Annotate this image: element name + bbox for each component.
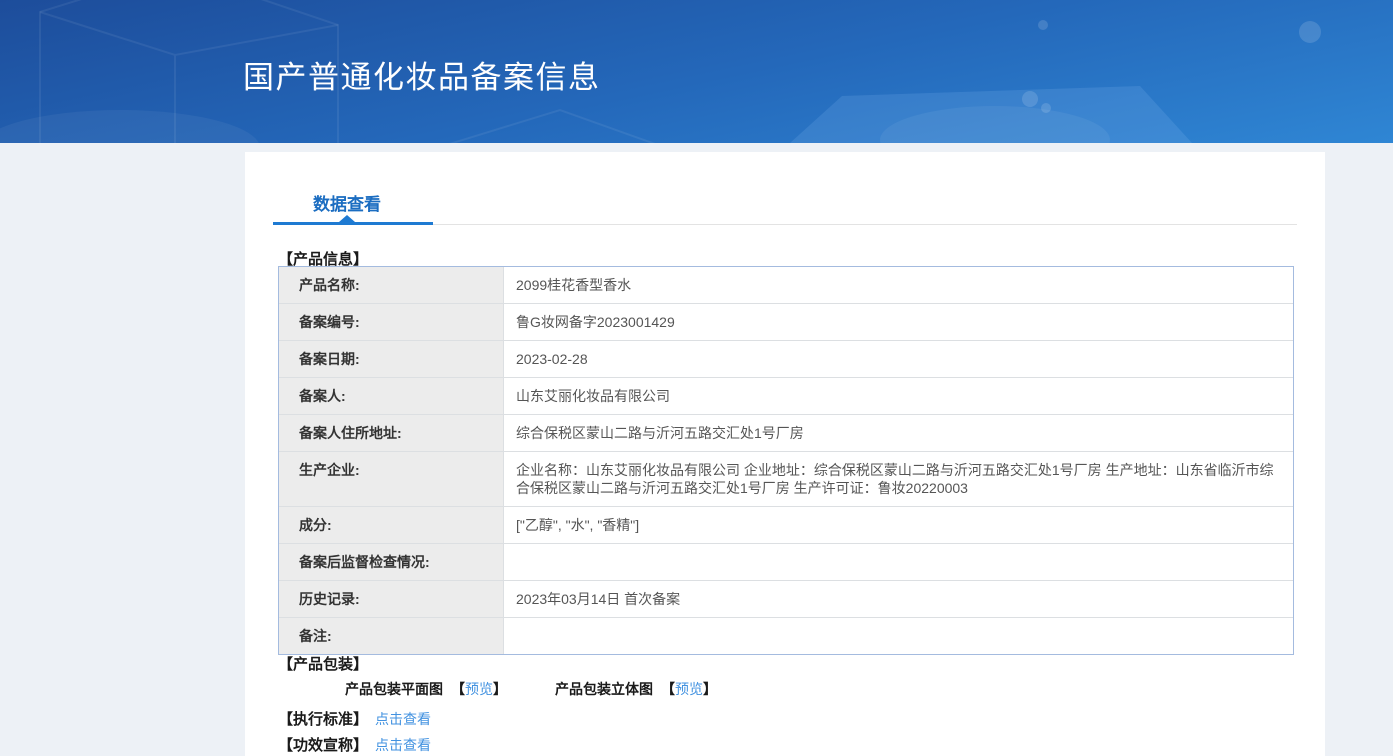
row-label: 备案后监督检查情况: — [279, 544, 504, 580]
bracket-close: 】 — [703, 681, 717, 697]
row-value: 企业名称：山东艾丽化妆品有限公司 企业地址：综合保税区蒙山二路与沂河五路交汇处1… — [504, 452, 1293, 506]
row-label: 历史记录: — [279, 581, 504, 617]
row-label: 备案人: — [279, 378, 504, 414]
row-value: 2099桂花香型香水 — [504, 267, 1293, 303]
tab-data-view[interactable]: 数据查看 — [313, 190, 381, 215]
table-row: 产品名称: 2099桂花香型香水 — [279, 267, 1293, 303]
section-heading-efficacy: 【功效宣称】 — [278, 734, 368, 755]
packaging-flat-item: 产品包装平面图【预览】 — [345, 679, 507, 699]
banner-decoration — [0, 0, 1393, 143]
row-value: 2023-02-28 — [504, 341, 1293, 377]
packaging-stereo-preview-link[interactable]: 预览 — [675, 681, 703, 697]
row-value: ["乙醇", "水", "香精"] — [504, 507, 1293, 543]
standard-view-link[interactable]: 点击查看 — [375, 709, 431, 729]
row-label: 成分: — [279, 507, 504, 543]
table-row: 备案后监督检查情况: — [279, 543, 1293, 580]
content-card: 数据查看 【产品信息】 产品名称: 2099桂花香型香水 备案编号: 鲁G妆网备… — [245, 152, 1325, 756]
row-label: 备案编号: — [279, 304, 504, 340]
row-value: 综合保税区蒙山二路与沂河五路交汇处1号厂房 — [504, 415, 1293, 451]
packaging-stereo-label: 产品包装立体图 — [555, 681, 653, 697]
row-label: 产品名称: — [279, 267, 504, 303]
table-row: 备案日期: 2023-02-28 — [279, 340, 1293, 377]
row-value — [504, 544, 1293, 580]
row-value: 2023年03月14日 首次备案 — [504, 581, 1293, 617]
table-row: 历史记录: 2023年03月14日 首次备案 — [279, 580, 1293, 617]
page-banner: 国产普通化妆品备案信息 — [0, 0, 1393, 143]
packaging-flat-preview-link[interactable]: 预览 — [465, 681, 493, 697]
section-heading-packaging: 【产品包装】 — [278, 653, 368, 674]
row-value: 山东艾丽化妆品有限公司 — [504, 378, 1293, 414]
table-row: 备案编号: 鲁G妆网备字2023001429 — [279, 303, 1293, 340]
row-label: 生产企业: — [279, 452, 504, 506]
table-row: 成分: ["乙醇", "水", "香精"] — [279, 506, 1293, 543]
row-value — [504, 618, 1293, 654]
active-tab-caret — [339, 215, 355, 222]
row-label: 备案日期: — [279, 341, 504, 377]
packaging-stereo-item: 产品包装立体图【预览】 — [555, 679, 717, 699]
table-row: 生产企业: 企业名称：山东艾丽化妆品有限公司 企业地址：综合保税区蒙山二路与沂河… — [279, 451, 1293, 506]
row-value: 鲁G妆网备字2023001429 — [504, 304, 1293, 340]
packaging-line: 产品包装平面图【预览】 产品包装立体图【预览】 — [345, 679, 717, 699]
bracket-open: 【 — [661, 681, 675, 697]
section-heading-standard: 【执行标准】 — [278, 708, 368, 729]
row-label: 备注: — [279, 618, 504, 654]
efficacy-view-link[interactable]: 点击查看 — [375, 735, 431, 755]
bracket-open: 【 — [451, 681, 465, 697]
active-tab-underline — [273, 222, 433, 225]
table-row: 备案人: 山东艾丽化妆品有限公司 — [279, 377, 1293, 414]
standard-row: 【执行标准】 点击查看 — [278, 708, 431, 729]
efficacy-row: 【功效宣称】 点击查看 — [278, 734, 431, 755]
page-title: 国产普通化妆品备案信息 — [243, 52, 601, 97]
table-row: 备注: — [279, 617, 1293, 654]
packaging-flat-label: 产品包装平面图 — [345, 681, 443, 697]
row-label: 备案人住所地址: — [279, 415, 504, 451]
product-info-table: 产品名称: 2099桂花香型香水 备案编号: 鲁G妆网备字2023001429 … — [278, 266, 1294, 655]
bracket-close: 】 — [493, 681, 507, 697]
table-row: 备案人住所地址: 综合保税区蒙山二路与沂河五路交汇处1号厂房 — [279, 414, 1293, 451]
